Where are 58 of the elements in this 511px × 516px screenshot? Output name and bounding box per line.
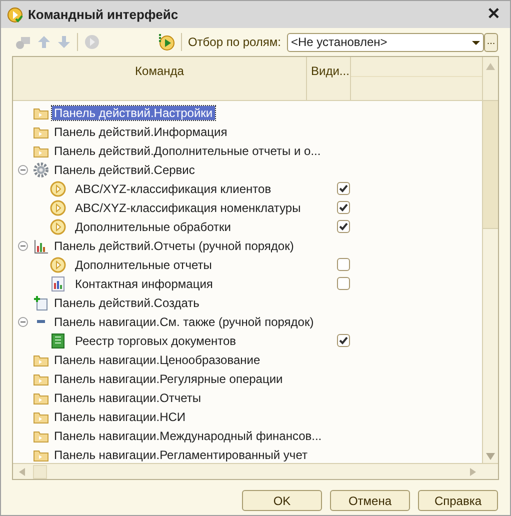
tree-item[interactable]: Панель действий.Информация: [52, 124, 230, 138]
scrollbar-thumb[interactable]: [33, 464, 47, 478]
role-filter-field[interactable]: <Не установлен>: [287, 32, 484, 52]
tree-item[interactable]: Панель действий.Дополнительные отчеты и о...: [52, 144, 323, 158]
visibility-checkbox[interactable]: [337, 277, 350, 290]
tree-item[interactable]: Панель действий.Отчеты (ручной порядок): [52, 238, 296, 252]
filter-label: Отбор по ролям:: [188, 34, 281, 51]
dialog-button[interactable]: OK: [242, 490, 322, 511]
column-header[interactable]: Команда: [13, 57, 307, 100]
visibility-checkbox[interactable]: [337, 182, 350, 195]
app-logo-icon: [7, 6, 23, 22]
tree-item[interactable]: Панель навигации.См. также (ручной порядок): [52, 314, 316, 328]
play-icon[interactable]: [84, 34, 100, 50]
play-circle-icon: [50, 256, 66, 272]
select-button[interactable]: ...: [484, 32, 498, 52]
bar-chart-icon: [33, 238, 49, 254]
tree-item[interactable]: Панель действий.Настройки: [52, 106, 215, 120]
collapse-icon[interactable]: [18, 316, 28, 326]
dialog-button[interactable]: Отмена: [330, 490, 410, 511]
up-arrow-icon[interactable]: [37, 35, 51, 49]
play-circle-icon: [50, 218, 66, 234]
tree-item[interactable]: Панель навигации.Регламентированный учет: [52, 448, 310, 462]
tree-item[interactable]: Панель навигации.Ценообразование: [52, 352, 262, 366]
scroll-up-icon[interactable]: [486, 63, 495, 70]
column-header[interactable]: Види...: [307, 57, 351, 100]
report-icon: [50, 276, 66, 292]
tree-item[interactable]: Панель навигации.НСИ: [52, 410, 188, 424]
tree-item[interactable]: Контактная информация: [73, 276, 215, 290]
tree-item[interactable]: Реестр торговых документов: [73, 334, 238, 348]
tree-item[interactable]: Панель действий.Создать: [52, 296, 202, 310]
down-arrow-icon[interactable]: [57, 35, 71, 49]
tree-item[interactable]: Панель навигации.Международный финансов...: [52, 428, 324, 442]
collapse-icon[interactable]: [18, 164, 28, 174]
play-circle-icon: [50, 180, 66, 196]
visibility-checkbox[interactable]: [337, 220, 350, 233]
tree-item[interactable]: ABC/XYZ-классификация клиентов: [73, 182, 274, 196]
filter-value: <Не установлен>: [291, 34, 388, 51]
window-title: Командный интерфейс: [28, 6, 178, 24]
tree-item[interactable]: Панель действий.Сервис: [52, 162, 197, 176]
run-icon[interactable]: [156, 33, 175, 51]
new-document-icon: [33, 294, 49, 310]
tree-item[interactable]: ABC/XYZ-классификация номенклатуры: [73, 200, 303, 214]
tree-item[interactable]: Дополнительные обработки: [73, 220, 233, 234]
gear-icon: [33, 162, 49, 178]
close-button[interactable]: ✕: [483, 6, 504, 22]
play-circle-icon: [50, 200, 66, 216]
vertical-scrollbar[interactable]: [482, 101, 498, 463]
visibility-checkbox[interactable]: [337, 201, 350, 214]
dialog-button[interactable]: Справка: [418, 490, 498, 511]
visibility-checkbox[interactable]: [337, 258, 350, 271]
tree-item[interactable]: Дополнительные отчеты: [73, 258, 214, 272]
tree-item[interactable]: Панель навигации.Отчеты: [52, 390, 204, 404]
minus-icon: [37, 320, 45, 323]
collapse-icon[interactable]: [18, 240, 28, 250]
ledger-icon: [50, 332, 66, 348]
horizontal-scrollbar[interactable]: [13, 463, 498, 479]
tree-item[interactable]: Панель навигации.Регулярные операции: [52, 372, 285, 386]
visibility-checkbox[interactable]: [337, 334, 350, 347]
